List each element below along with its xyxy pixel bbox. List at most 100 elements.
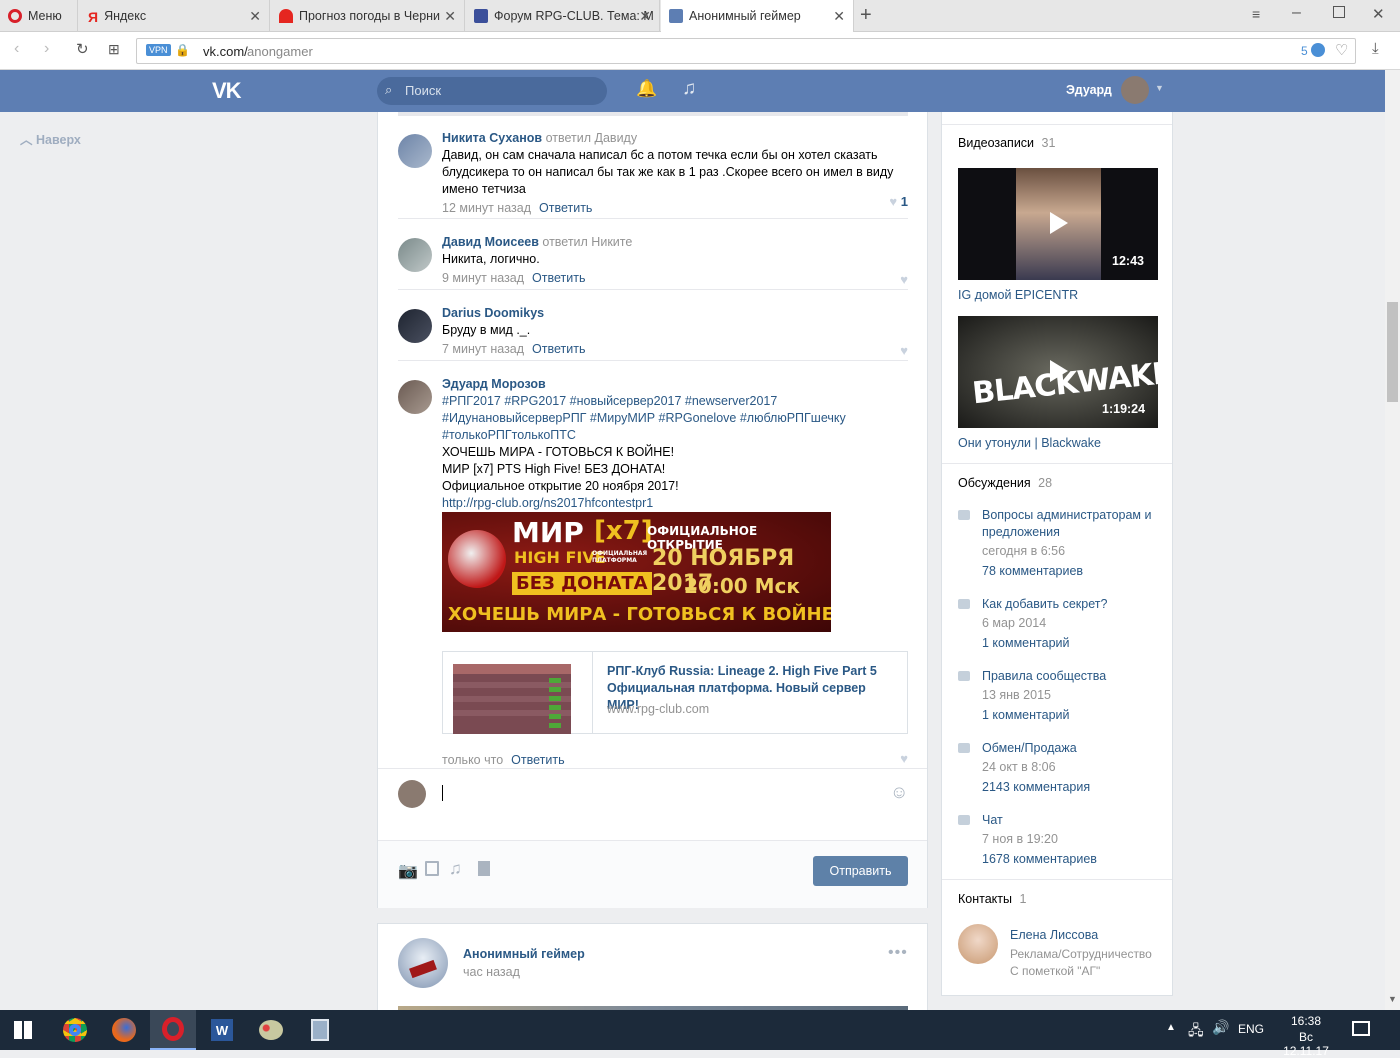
discussion-title[interactable]: Вопросы администраторам и предложения (982, 507, 1158, 541)
document-icon[interactable] (478, 861, 490, 876)
audio-note-icon[interactable]: ♫ (449, 859, 462, 879)
like-heart-icon[interactable]: ♥ (900, 343, 908, 358)
contact-name[interactable]: Елена Лиссова (1010, 928, 1098, 942)
link-preview[interactable]: РПГ-Клуб Russia: Lineage 2. High Five Pa… (442, 651, 908, 734)
reload-icon[interactable]: ↻ (76, 40, 89, 58)
video-title[interactable]: IG домой EPICENTR (958, 288, 1078, 302)
search-input[interactable]: ⌕ Поиск (377, 77, 607, 105)
word-taskbar-icon[interactable]: W (199, 1010, 245, 1050)
discussion-item[interactable]: Обмен/Продажа 24 окт в 8:06 2143 коммент… (958, 740, 1158, 796)
discussion-comments[interactable]: 78 комментариев (982, 563, 1158, 580)
reply-button[interactable]: Ответить (532, 342, 585, 356)
post-author[interactable]: Анонимный геймер (463, 947, 585, 961)
discussion-title[interactable]: Обмен/Продажа (982, 740, 1158, 757)
discussion-title[interactable]: Правила сообщества (982, 668, 1158, 685)
video-title[interactable]: Они утонули | Blackwake (958, 436, 1101, 450)
minimize-icon[interactable]: – (1292, 4, 1301, 22)
opera-taskbar-icon[interactable] (150, 1010, 196, 1050)
maximize-icon[interactable] (1333, 6, 1345, 18)
tab-menu-icon[interactable]: ≡ (1252, 6, 1260, 22)
vk-logo[interactable]: VK (212, 78, 242, 104)
discussion-comments[interactable]: 1678 комментариев (982, 851, 1158, 868)
new-tab-icon[interactable]: + (860, 4, 872, 27)
tab-weather[interactable]: Прогноз погоды в Черни ✕ (271, 0, 465, 32)
back-to-top-link[interactable]: ︿ Наверх (20, 129, 81, 148)
tab-forum[interactable]: Форум RPG-CLUB. Тема: М ✕ (466, 0, 660, 32)
banner-image[interactable]: МИР [x7] ОФИЦИАЛЬНОЕ ОТКРЫТИЕ HIGH FIVE … (442, 512, 831, 632)
bookmark-heart-icon[interactable]: ♡ (1335, 41, 1348, 59)
language-indicator[interactable]: ENG (1238, 1022, 1264, 1036)
like-heart-icon[interactable]: ♥ (900, 272, 908, 287)
close-tab-icon[interactable]: ✕ (444, 8, 456, 25)
volume-icon[interactable]: 🔊 (1212, 1019, 1229, 1036)
post-link[interactable]: http://rpg-club.org/ns2017hfcontestpr1 (442, 495, 908, 512)
close-window-icon[interactable]: ✕ (1372, 5, 1385, 23)
scroll-down-icon[interactable]: ▼ (1388, 994, 1397, 1004)
tab-yandex[interactable]: Я Яндекс ✕ (80, 0, 270, 32)
post-avatar[interactable] (398, 938, 448, 988)
tab-anongamer[interactable]: Анонимный геймер ✕ (661, 0, 854, 32)
page-scrollbar[interactable]: ▼ (1385, 70, 1400, 1010)
discussions-header[interactable]: Обсуждения 28 (958, 476, 1052, 490)
download-icon[interactable]: ⤓ (1372, 40, 1379, 57)
user-name[interactable]: Эдуард (1066, 83, 1112, 97)
like-heart-icon[interactable]: ♥ (900, 751, 908, 766)
speed-dial-icon[interactable]: ⊞ (108, 41, 120, 58)
forward-icon[interactable]: › (44, 40, 49, 58)
send-button[interactable]: Отправить (813, 856, 908, 886)
post-time[interactable]: час назад (463, 965, 520, 979)
reply-button[interactable]: Ответить (511, 753, 564, 767)
comment-time[interactable]: 9 минут назад (442, 271, 524, 285)
comment-author[interactable]: Darius Doomikys (442, 306, 544, 320)
reply-button[interactable]: Ответить (532, 271, 585, 285)
user-avatar[interactable] (1121, 76, 1149, 104)
preview-domain[interactable]: www.rpg-club.com (607, 702, 709, 716)
back-icon[interactable]: ‹ (14, 40, 19, 58)
start-button[interactable] (0, 1010, 46, 1050)
emoji-icon[interactable]: ☺ (890, 782, 908, 803)
video-icon[interactable] (425, 861, 439, 876)
contacts-header[interactable]: Контакты 1 (958, 892, 1026, 906)
avatar[interactable] (398, 134, 432, 168)
camera-icon[interactable]: 📷 (398, 861, 418, 881)
video-thumbnail[interactable]: BLACKWAKE 1:19:24 (958, 316, 1158, 428)
tray-chevron-up-icon[interactable]: ▲ (1166, 1022, 1176, 1033)
discussion-item[interactable]: Вопросы администраторам и предложения се… (958, 507, 1158, 580)
discussion-item[interactable]: Чат 7 ноя в 19:20 1678 комментариев (958, 812, 1158, 868)
network-icon[interactable]: 🖧 (1188, 1020, 1204, 1044)
adblock-icon[interactable] (1311, 43, 1325, 57)
comment-time[interactable]: 12 минут назад (442, 201, 531, 215)
notifications-bell-icon[interactable]: 🔔 (636, 79, 657, 99)
more-options-icon[interactable]: ••• (888, 944, 908, 962)
chrome-taskbar-icon[interactable] (52, 1010, 98, 1050)
reply-button[interactable]: Ответить (539, 201, 592, 215)
url-field[interactable]: VPN 🔒 vk.com/ anongamer 5 ♡ (136, 38, 1356, 64)
discussion-comments[interactable]: 2143 комментария (982, 779, 1158, 796)
notifications-icon[interactable] (1352, 1021, 1370, 1036)
discussion-comments[interactable]: 1 комментарий (982, 707, 1158, 724)
video-thumbnail[interactable]: 12:43 (958, 168, 1158, 280)
discussion-item[interactable]: Правила сообщества 13 янв 2015 1 коммент… (958, 668, 1158, 724)
vpn-badge[interactable]: VPN (146, 44, 171, 56)
chevron-down-icon[interactable]: ▼ (1155, 83, 1164, 93)
close-tab-icon[interactable]: ✕ (639, 8, 651, 25)
firefox-taskbar-icon[interactable] (101, 1010, 147, 1050)
comment-input[interactable] (440, 782, 880, 806)
music-icon[interactable]: ♫ (682, 78, 696, 100)
contact-avatar[interactable] (958, 924, 998, 964)
discussion-item[interactable]: Как добавить секрет? 6 мар 2014 1 коммен… (958, 596, 1158, 652)
clock[interactable]: 16:38 Вс 12.11.17 (1276, 1014, 1336, 1058)
browser-menu-button[interactable]: Меню (0, 0, 78, 32)
comment-author[interactable]: Эдуард Морозов (442, 377, 546, 391)
discussion-title[interactable]: Как добавить секрет? (982, 596, 1158, 613)
like-button[interactable]: ♥ 1 (889, 194, 908, 209)
hashtags[interactable]: #РПГ2017 #RPG2017 #новыйсервер2017 #news… (442, 393, 908, 444)
close-tab-icon[interactable]: ✕ (249, 8, 261, 25)
close-tab-icon[interactable]: ✕ (833, 8, 845, 25)
comment-author[interactable]: Никита Суханов (442, 131, 542, 145)
avatar[interactable] (398, 309, 432, 343)
videos-header[interactable]: Видеозаписи 31 (958, 136, 1055, 150)
avatar[interactable] (398, 380, 432, 414)
comment-author[interactable]: Давид Моисеев (442, 235, 539, 249)
comment-time[interactable]: только что (442, 753, 503, 767)
